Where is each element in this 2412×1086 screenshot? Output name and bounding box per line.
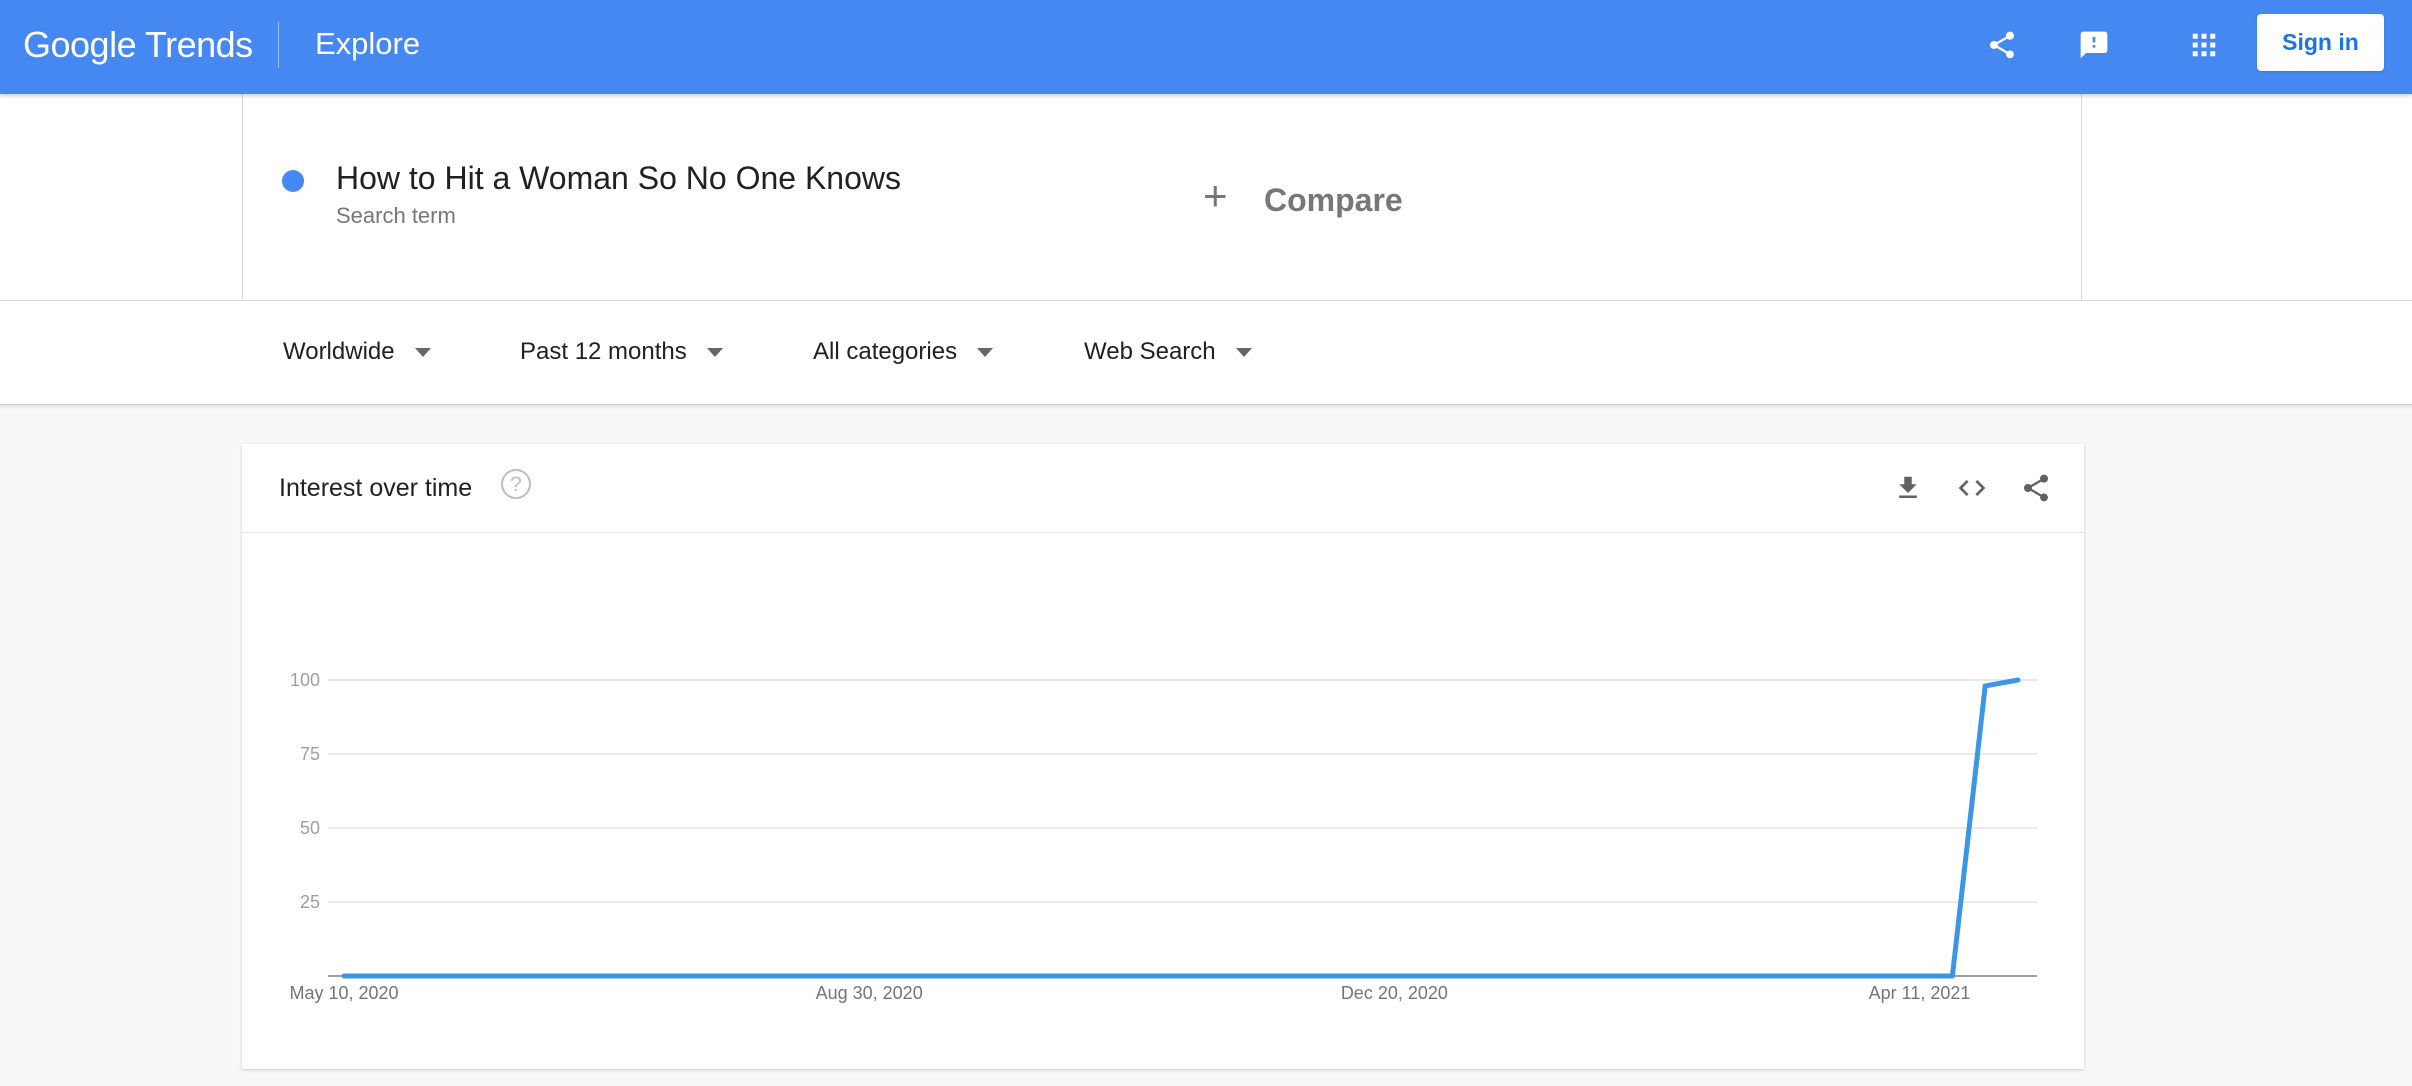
plus-icon: + xyxy=(1203,172,1228,219)
x-tick-label-2: Dec 20, 2020 xyxy=(1341,983,1448,1003)
chevron-down-icon xyxy=(1235,347,1252,357)
filter-region-dropdown[interactable]: Worldwide xyxy=(283,335,431,369)
top-app-bar: Google Trends Explore Sign in xyxy=(0,0,2412,94)
header-divider xyxy=(278,22,279,68)
google-trends-logo[interactable]: Google Trends xyxy=(23,22,253,68)
logo-trends-text: Trends xyxy=(144,24,253,65)
x-tick-label-0: May 10, 2020 xyxy=(289,983,398,1003)
filter-category-dropdown[interactable]: All categories xyxy=(813,335,994,369)
sign-in-button[interactable]: Sign in xyxy=(2257,14,2384,71)
page-title: Explore xyxy=(315,26,421,61)
x-tick-label-3: Apr 11, 2021 xyxy=(1869,983,1971,1003)
search-term-subtitle: Search term xyxy=(336,203,456,228)
y-tick-label-100: 100 xyxy=(290,670,320,690)
chevron-down-icon xyxy=(706,347,723,357)
chevron-down-icon xyxy=(414,347,431,357)
compare-card[interactable]: + Compare xyxy=(1163,94,2082,300)
x-tick-label-1: Aug 30, 2020 xyxy=(816,983,923,1003)
share-icon[interactable] xyxy=(1979,22,2025,68)
interest-line-chart[interactable]: 25 50 75 100 May 10, 2020 Aug 30, 2020 Dec 20,… xyxy=(242,532,2084,1069)
card-title: Interest over time xyxy=(279,474,473,502)
y-tick-label-25: 25 xyxy=(300,892,320,912)
feedback-icon[interactable] xyxy=(2071,22,2117,68)
filter-category-label: All categories xyxy=(813,338,958,365)
share-icon[interactable] xyxy=(2016,468,2056,508)
chevron-down-icon xyxy=(977,347,994,357)
download-icon[interactable] xyxy=(1888,468,1928,508)
card-header: Interest over time ? xyxy=(242,444,2084,533)
filter-search-type-dropdown[interactable]: Web Search xyxy=(1084,335,1252,369)
filter-time-label: Past 12 months xyxy=(520,338,687,365)
filter-time-dropdown[interactable]: Past 12 months xyxy=(520,335,723,369)
filter-bar: Worldwide Past 12 months All categories … xyxy=(0,301,2412,405)
compare-label: Compare xyxy=(1264,182,1403,218)
search-term-card[interactable]: How to Hit a Woman So No One Knows Searc… xyxy=(242,94,1164,300)
y-tick-label-50: 50 xyxy=(300,818,320,838)
help-icon[interactable]: ? xyxy=(501,469,531,499)
term-color-dot xyxy=(282,170,304,192)
filter-region-label: Worldwide xyxy=(283,338,395,365)
embed-icon[interactable] xyxy=(1952,468,1992,508)
logo-google-text: Google xyxy=(23,24,137,65)
apps-icon[interactable] xyxy=(2181,22,2227,68)
interest-over-time-card: Interest over time ? 25 50 75 100 May 10, 20… xyxy=(242,444,2084,1069)
filter-search-type-label: Web Search xyxy=(1084,338,1216,365)
y-tick-label-75: 75 xyxy=(300,744,320,764)
search-term-text[interactable]: How to Hit a Woman So No One Knows xyxy=(336,158,901,198)
